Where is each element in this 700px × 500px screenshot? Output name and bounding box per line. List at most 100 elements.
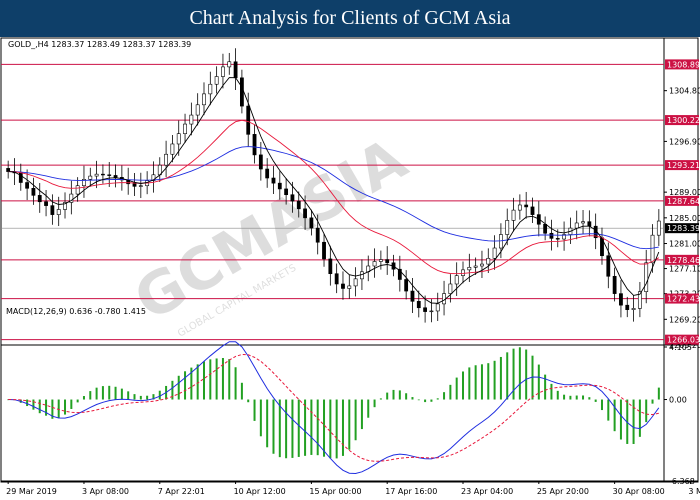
bear-candle-body	[309, 217, 314, 229]
bear-candle-body	[416, 301, 421, 309]
macd-histogram-bar	[354, 399, 357, 441]
macd-histogram-bar	[632, 399, 635, 444]
macd-histogram-bar	[613, 399, 616, 432]
macd-histogram-bar	[158, 390, 161, 400]
bull-candle-body	[75, 185, 80, 195]
bear-candle-body	[625, 304, 630, 310]
bull-candle-body	[347, 285, 352, 289]
current-price-label: 1283.39	[667, 224, 700, 233]
banner-title: Chart Analysis for Clients of GCM Asia	[189, 7, 511, 29]
bear-candle-body	[606, 255, 611, 277]
bull-candle-body	[378, 259, 383, 262]
bull-candle-body	[202, 93, 206, 106]
bear-candle-body	[423, 307, 428, 312]
bear-candle-body	[334, 273, 339, 285]
macd-histogram-bar	[575, 395, 578, 400]
bull-candle-body	[656, 220, 661, 236]
macd-histogram-bar	[657, 387, 660, 400]
macd-histogram-bar	[341, 399, 344, 456]
macd-histogram-bar	[70, 399, 73, 409]
macd-histogram-bar	[108, 385, 111, 400]
macd-histogram-bar	[600, 399, 603, 411]
macd-histogram-bar	[259, 399, 262, 437]
macd-histogram-bar	[209, 359, 212, 400]
macd-histogram-bar	[329, 399, 332, 459]
bull-candle-body	[183, 123, 187, 134]
macd-histogram-bar	[525, 349, 528, 400]
price-tick-label: 1285.00	[669, 214, 700, 223]
bull-candle-body	[221, 66, 225, 77]
bull-candle-body	[486, 257, 491, 265]
macd-histogram-bar	[76, 399, 79, 403]
macd-histogram-bar	[582, 395, 585, 400]
bear-candle-body	[404, 279, 409, 292]
bear-candle-body	[315, 227, 320, 243]
macd-histogram-bar	[556, 390, 559, 400]
bear-candle-body	[543, 223, 548, 234]
level-label: 1272.43	[667, 295, 700, 304]
macd-histogram-bar	[405, 393, 408, 400]
bull-candle-body	[511, 209, 516, 221]
macd-histogram-bar	[64, 399, 67, 415]
macd-histogram-bar	[95, 387, 98, 400]
bull-candle-body	[492, 247, 497, 259]
macd-tick-label: 4.105	[669, 343, 692, 352]
price-tick-label: 1269.20	[669, 315, 700, 324]
macd-histogram-bar	[373, 399, 376, 408]
bear-candle-body	[587, 221, 592, 227]
bear-candle-body	[612, 275, 617, 294]
macd-histogram-bar	[120, 388, 123, 400]
macd-histogram-bar	[607, 399, 610, 421]
bear-candle-body	[271, 177, 276, 184]
bull-candle-body	[164, 153, 168, 166]
chart-area: GCMASIA GLOBAL CAPITAL MARKETS 1304.8012…	[0, 37, 700, 496]
macd-histogram-bar	[462, 371, 465, 400]
bear-candle-body	[25, 182, 30, 189]
bull-candle-body	[88, 175, 93, 180]
macd-histogram-bar	[638, 399, 641, 437]
bear-candle-body	[239, 77, 244, 107]
bull-candle-body	[517, 204, 522, 211]
bear-candle-body	[252, 134, 257, 156]
level-label: 1278.46	[667, 256, 700, 265]
bear-candle-body	[277, 182, 282, 190]
bull-candle-body	[505, 220, 510, 235]
x-tick-label: 25 Apr 20:00	[537, 487, 589, 496]
macd-histogram-bar	[323, 399, 326, 457]
bear-candle-body	[6, 168, 11, 172]
level-label: 1300.22	[667, 116, 700, 125]
bear-candle-body	[296, 200, 301, 210]
macd-histogram-bar	[127, 391, 130, 400]
macd-histogram-bar	[316, 399, 319, 456]
bull-candle-body	[227, 61, 232, 68]
macd-histogram-bar	[272, 399, 275, 454]
macd-histogram-bar	[38, 399, 41, 414]
x-tick-label: 17 Apr 16:00	[385, 487, 437, 496]
bear-candle-body	[322, 241, 326, 260]
price-tick-label: 1277.10	[669, 265, 700, 274]
macd-tick-label: 0.00	[669, 396, 687, 405]
macd-histogram-bar	[506, 352, 509, 400]
bull-candle-body	[435, 303, 440, 312]
macd-histogram-bar	[139, 395, 142, 400]
bull-candle-body	[372, 261, 377, 267]
bull-candle-body	[454, 275, 459, 285]
macd-histogram-bar	[619, 399, 622, 440]
macd-histogram-bar	[379, 398, 382, 400]
bear-candle-body	[31, 187, 36, 196]
bull-candle-body	[214, 76, 219, 85]
macd-histogram-bar	[455, 377, 458, 400]
macd-histogram-bar	[26, 399, 29, 407]
price-tick-label: 1281.00	[669, 240, 700, 249]
bear-candle-body	[524, 204, 529, 208]
bear-candle-body	[258, 154, 263, 170]
macd-histogram-bar	[588, 397, 591, 400]
x-tick-label: 23 Apr 04:00	[461, 487, 513, 496]
macd-histogram-bar	[228, 359, 231, 400]
bear-candle-body	[113, 175, 118, 178]
macd-histogram-bar	[215, 358, 218, 400]
macd-histogram-bar	[487, 363, 490, 400]
bear-candle-body	[233, 61, 238, 79]
macd-histogram-bar	[398, 390, 401, 400]
bull-candle-body	[574, 222, 579, 229]
